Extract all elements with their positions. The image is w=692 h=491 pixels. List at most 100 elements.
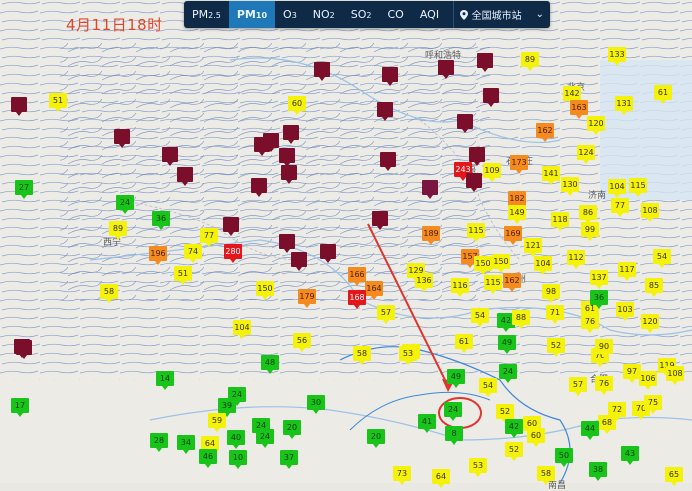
station-marker-severe[interactable] bbox=[11, 97, 27, 116]
station-marker[interactable]: 71 bbox=[546, 305, 564, 324]
station-marker[interactable]: 150 bbox=[492, 254, 510, 273]
station-marker[interactable]: 89 bbox=[109, 221, 127, 240]
station-marker-severe[interactable] bbox=[457, 114, 473, 133]
station-marker[interactable]: 89 bbox=[521, 52, 539, 71]
station-marker-severe[interactable] bbox=[283, 125, 299, 144]
station-marker[interactable]: 86 bbox=[579, 205, 597, 224]
tab-aqi[interactable]: AQI bbox=[412, 1, 447, 28]
station-marker[interactable]: 124 bbox=[577, 145, 595, 164]
station-marker[interactable]: 120 bbox=[587, 116, 605, 135]
station-marker-severe[interactable] bbox=[254, 137, 270, 156]
station-marker[interactable]: 130 bbox=[561, 177, 579, 196]
tab-no2[interactable]: NO2 bbox=[305, 1, 343, 28]
station-marker[interactable]: 30 bbox=[307, 395, 325, 414]
station-marker[interactable]: 117 bbox=[618, 262, 636, 281]
station-marker[interactable]: 136 bbox=[415, 273, 433, 292]
station-marker[interactable]: 163 bbox=[570, 100, 588, 119]
station-marker-severe[interactable] bbox=[162, 147, 178, 166]
station-marker[interactable]: 37 bbox=[280, 450, 298, 469]
station-marker-severe[interactable] bbox=[223, 217, 239, 236]
station-marker[interactable]: 41 bbox=[418, 414, 436, 433]
station-marker[interactable]: 99 bbox=[581, 222, 599, 241]
station-marker[interactable]: 150 bbox=[474, 256, 492, 275]
station-marker-severe[interactable] bbox=[320, 244, 336, 263]
station-marker[interactable]: 168 bbox=[348, 290, 366, 309]
station-marker[interactable]: 64 bbox=[432, 469, 450, 488]
station-marker[interactable]: 54 bbox=[471, 308, 489, 327]
station-marker[interactable]: 108 bbox=[666, 366, 684, 385]
station-marker[interactable]: 52 bbox=[547, 338, 565, 357]
station-marker[interactable]: 48 bbox=[261, 355, 279, 374]
tab-so2[interactable]: SO2 bbox=[343, 1, 380, 28]
tab-co[interactable]: CO bbox=[380, 1, 412, 28]
station-marker[interactable]: 28 bbox=[150, 433, 168, 452]
station-marker-severe[interactable] bbox=[251, 178, 267, 197]
station-marker[interactable]: 36 bbox=[152, 211, 170, 230]
station-marker-severe[interactable] bbox=[291, 252, 307, 271]
station-marker[interactable]: 57 bbox=[569, 377, 587, 396]
station-marker[interactable]: 40 bbox=[227, 430, 245, 449]
station-marker[interactable]: 137 bbox=[590, 270, 608, 289]
station-marker[interactable]: 76 bbox=[581, 314, 599, 333]
station-marker[interactable]: 179 bbox=[298, 289, 316, 308]
station-marker[interactable]: 43 bbox=[621, 446, 639, 465]
station-marker[interactable]: 85 bbox=[645, 278, 663, 297]
station-marker[interactable]: 58 bbox=[537, 466, 555, 485]
station-marker[interactable]: 56 bbox=[293, 333, 311, 352]
station-marker[interactable]: 104 bbox=[608, 179, 626, 198]
station-marker[interactable]: 49 bbox=[498, 335, 516, 354]
station-marker[interactable]: 24 bbox=[116, 195, 134, 214]
station-select[interactable]: 全国城市站 ⌄ bbox=[452, 1, 550, 28]
station-marker[interactable]: 60 bbox=[527, 428, 545, 447]
station-marker[interactable]: 77 bbox=[611, 198, 629, 217]
station-marker[interactable]: 115 bbox=[484, 275, 502, 294]
station-marker-severe[interactable] bbox=[16, 340, 32, 359]
station-marker[interactable]: 24 bbox=[256, 429, 274, 448]
station-marker[interactable]: 34 bbox=[177, 435, 195, 454]
station-marker-severe[interactable] bbox=[314, 62, 330, 81]
station-marker[interactable]: 20 bbox=[283, 420, 301, 439]
station-marker[interactable]: 14 bbox=[156, 371, 174, 390]
station-marker[interactable]: 131 bbox=[615, 96, 633, 115]
station-marker[interactable]: 115 bbox=[467, 223, 485, 242]
station-marker[interactable]: 118 bbox=[551, 212, 569, 231]
station-marker[interactable]: 42 bbox=[505, 419, 523, 438]
station-marker[interactable]: 75 bbox=[644, 395, 662, 414]
station-marker-severe[interactable] bbox=[422, 180, 438, 199]
station-marker[interactable]: 74 bbox=[184, 244, 202, 263]
station-marker-severe[interactable] bbox=[279, 234, 295, 253]
station-marker-severe[interactable] bbox=[469, 147, 485, 166]
station-marker[interactable]: 54 bbox=[653, 249, 671, 268]
station-marker[interactable]: 52 bbox=[496, 404, 514, 423]
station-marker[interactable]: 150 bbox=[256, 281, 274, 300]
station-marker[interactable]: 116 bbox=[451, 278, 469, 297]
station-marker[interactable]: 58 bbox=[100, 284, 118, 303]
station-marker[interactable]: 142 bbox=[563, 86, 581, 105]
station-marker-severe[interactable] bbox=[477, 53, 493, 72]
station-marker[interactable]: 141 bbox=[542, 166, 560, 185]
station-marker-severe[interactable] bbox=[377, 102, 393, 121]
station-marker-severe[interactable] bbox=[380, 152, 396, 171]
station-marker[interactable]: 121 bbox=[524, 238, 542, 257]
station-marker[interactable]: 24 bbox=[444, 402, 462, 421]
station-marker[interactable]: 162 bbox=[536, 123, 554, 142]
station-marker[interactable]: 98 bbox=[542, 284, 560, 303]
station-marker[interactable]: 53 bbox=[469, 458, 487, 477]
station-marker[interactable]: 166 bbox=[348, 267, 366, 286]
station-marker-severe[interactable] bbox=[279, 148, 295, 167]
station-marker[interactable]: 133 bbox=[608, 47, 626, 66]
station-marker[interactable]: 120 bbox=[641, 314, 659, 333]
station-marker[interactable]: 280 bbox=[224, 244, 242, 263]
station-marker[interactable]: 20 bbox=[367, 429, 385, 448]
station-marker[interactable]: 189 bbox=[422, 226, 440, 245]
tab-pm10[interactable]: PM10 bbox=[228, 1, 276, 28]
station-marker[interactable]: 104 bbox=[233, 320, 251, 339]
station-marker[interactable]: 51 bbox=[49, 93, 67, 112]
station-marker-severe[interactable] bbox=[483, 88, 499, 107]
station-marker[interactable]: 162 bbox=[503, 273, 521, 292]
station-marker[interactable]: 109 bbox=[483, 163, 501, 182]
station-marker[interactable]: 27 bbox=[15, 180, 33, 199]
station-marker-severe[interactable] bbox=[177, 167, 193, 186]
station-marker[interactable]: 112 bbox=[567, 250, 585, 269]
station-marker[interactable]: 76 bbox=[595, 376, 613, 395]
